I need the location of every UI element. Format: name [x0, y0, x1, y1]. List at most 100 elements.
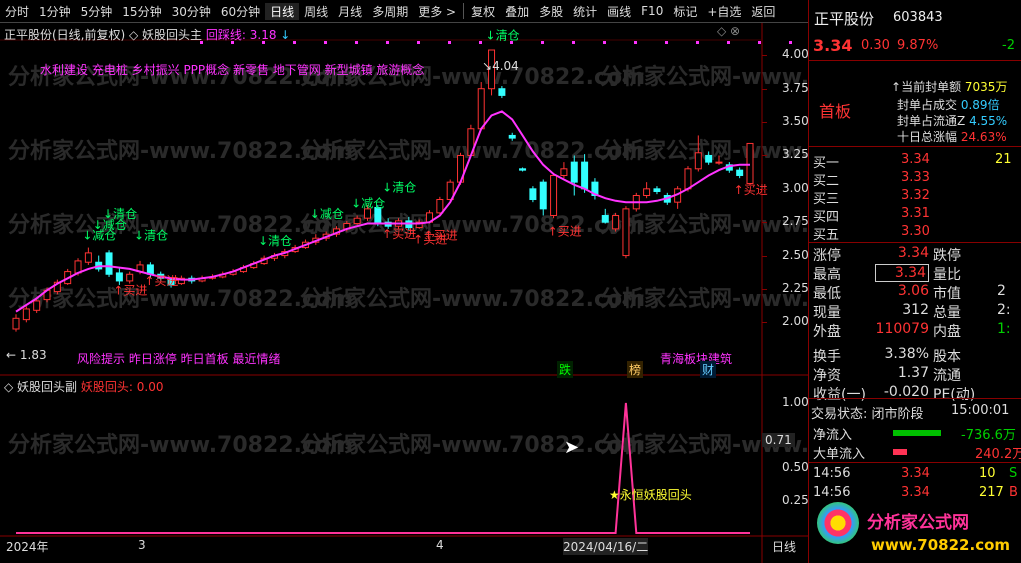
badge-cai[interactable]: 财 — [700, 361, 716, 378]
candle-body — [115, 272, 123, 282]
last-price: 3.34 — [813, 36, 853, 55]
candle-body — [736, 169, 744, 176]
watermark-text: 分析家公式网-www.70822.com — [300, 212, 645, 238]
watermark-text: 分析家公式网-www.70822.com — [600, 64, 808, 90]
panel-controls[interactable]: ◇ ⊗ — [717, 24, 740, 38]
toolbar-item[interactable]: 多股 — [534, 3, 568, 20]
change: 0.30 — [861, 38, 890, 53]
candle-body — [405, 220, 413, 229]
y-tick: 2.75 — [782, 214, 809, 229]
trade-status: 交易状态: 闭市阶段 — [811, 407, 924, 422]
y-tick: 2.00 — [782, 314, 809, 329]
watermark-text: 分析家公式网-www.70822.com — [600, 212, 808, 238]
x-label: 2024年 — [6, 540, 49, 554]
signal-mark: ↑买进 — [382, 227, 416, 241]
candle-body — [663, 195, 671, 203]
stat-cell: 3.34 — [897, 245, 929, 261]
seal-turn: 封单占成交 0.89倍 — [897, 98, 1000, 112]
seal-amount: ↑当前封单额 7035万 — [891, 80, 1008, 94]
candle-body — [322, 233, 330, 239]
toolbar-item[interactable]: F10 — [636, 4, 668, 18]
toolbar-item[interactable]: 返回 — [746, 3, 780, 20]
toolbar-item[interactable]: 30分钟 — [167, 3, 216, 20]
big-inflow-value: 240.2万 — [975, 447, 1021, 462]
stock-code: 603843 — [893, 10, 943, 25]
badge-die[interactable]: 跌 — [557, 361, 573, 378]
tick-cell: 14:56 — [813, 485, 851, 500]
sub-signal-label: ★永恒妖股回头 — [609, 488, 692, 502]
toolbar-item[interactable]: 画线 — [602, 3, 636, 20]
candle-body — [332, 228, 340, 235]
toolbar-item[interactable]: 统计 — [568, 3, 602, 20]
candle-body — [198, 277, 206, 282]
sub-y-tick: 0.25 — [782, 492, 809, 507]
stat-cell: 1.37 — [897, 365, 929, 381]
stat-cell: 内盘 — [933, 324, 961, 340]
toolbar-item[interactable]: 周线 — [299, 3, 333, 20]
candle-body — [363, 208, 371, 219]
candle-body — [694, 152, 702, 170]
candle-body — [467, 128, 475, 156]
change-pct: 9.87% — [897, 38, 939, 53]
toolbar-item[interactable]: 日线 — [265, 2, 300, 20]
candle-body — [550, 174, 558, 217]
book-cell: 3.32 — [901, 188, 930, 203]
toolbar: 分时 1分钟 5分钟 15分钟 30分钟 60分钟 日线 周线 月线 多周期 更多 > 复权 叠加 多股统… — [0, 0, 808, 23]
watermark-text: 分析家公式网-www.70822.com — [300, 432, 645, 458]
candle-body — [705, 154, 713, 163]
toolbar-item[interactable]: 分时 — [0, 3, 34, 20]
candle-body — [477, 88, 485, 130]
candle-body — [95, 261, 103, 270]
candle-body — [581, 161, 589, 190]
toolbar-item[interactable]: 月线 — [333, 3, 367, 20]
candle-body — [446, 181, 454, 201]
candle-body — [725, 164, 733, 171]
book-cell: 21 — [995, 152, 1012, 167]
candle-body — [601, 215, 609, 223]
book-cell: 买三 — [813, 192, 840, 207]
candle-body — [643, 188, 651, 197]
candle-body — [415, 221, 423, 229]
signal-mark: ↑买进 — [548, 225, 582, 239]
y-tick: 3.25 — [782, 147, 809, 162]
toolbar-item[interactable]: 标记 — [668, 3, 702, 20]
badge-bang[interactable]: 榜 — [627, 361, 643, 378]
candle-body — [239, 267, 247, 273]
stat-cell: 3.34 — [875, 264, 929, 282]
signal-mark: ↑买进 — [144, 274, 178, 288]
signal-mark: ↑买进 — [413, 233, 447, 247]
candle-body — [177, 277, 185, 285]
main-title: 正平股份(日线,前复权) ◇ 妖股回头主 回踩线: 3.18 ↓ — [4, 28, 291, 42]
candle-body — [136, 264, 144, 273]
toolbar-item[interactable]: 5分钟 — [76, 3, 118, 20]
candle-body — [250, 263, 258, 269]
toolbar-item[interactable]: 叠加 — [500, 3, 534, 20]
stat-cell: 涨停 — [813, 248, 841, 264]
toolbar-item[interactable]: 60分钟 — [216, 3, 265, 20]
stat-cell: 跌停 — [933, 248, 961, 264]
toolbar-item[interactable]: 1分钟 — [34, 3, 76, 20]
toolbar-item[interactable]: 多周期 — [367, 3, 413, 20]
y-tick: 4.00 — [782, 47, 809, 62]
candle-body — [281, 251, 289, 257]
quote-panel: 正平股份 603843 3.34 0.30 9.87% -2 首板 ↑当前封单额… — [808, 0, 1021, 563]
candle-body — [622, 208, 630, 257]
candle-body — [84, 252, 92, 263]
toolbar-item[interactable]: 更多 > — [413, 3, 461, 20]
book-cell: 买一 — [813, 156, 840, 171]
toolbar-item[interactable]: 复权 — [466, 3, 500, 20]
candle-body — [374, 207, 382, 223]
signal-mark: ↓减仓 — [82, 229, 116, 243]
toolbar-item[interactable]: 15分钟 — [117, 3, 166, 20]
candle-body — [457, 154, 465, 183]
big-inflow-label: 大单流入 — [813, 447, 866, 462]
toolbar-item[interactable]: +自选 — [702, 3, 746, 20]
tdx-window: { "toolbar":["分时","1分钟","5分钟","15分钟","30… — [0, 0, 1021, 563]
min-price-label: ← 1.83 — [6, 348, 47, 362]
stat-cell: 现量 — [813, 305, 841, 321]
x-label: 4 — [436, 538, 444, 552]
kline-chart[interactable]: 分析家公式网-www.70822.com分析家公式网-www.70822.com… — [0, 0, 808, 563]
signal-mark: ↑买进 — [113, 283, 147, 297]
candle-body — [715, 161, 723, 164]
site-logo: 分析家公式网 www.70822.com — [813, 500, 1017, 560]
